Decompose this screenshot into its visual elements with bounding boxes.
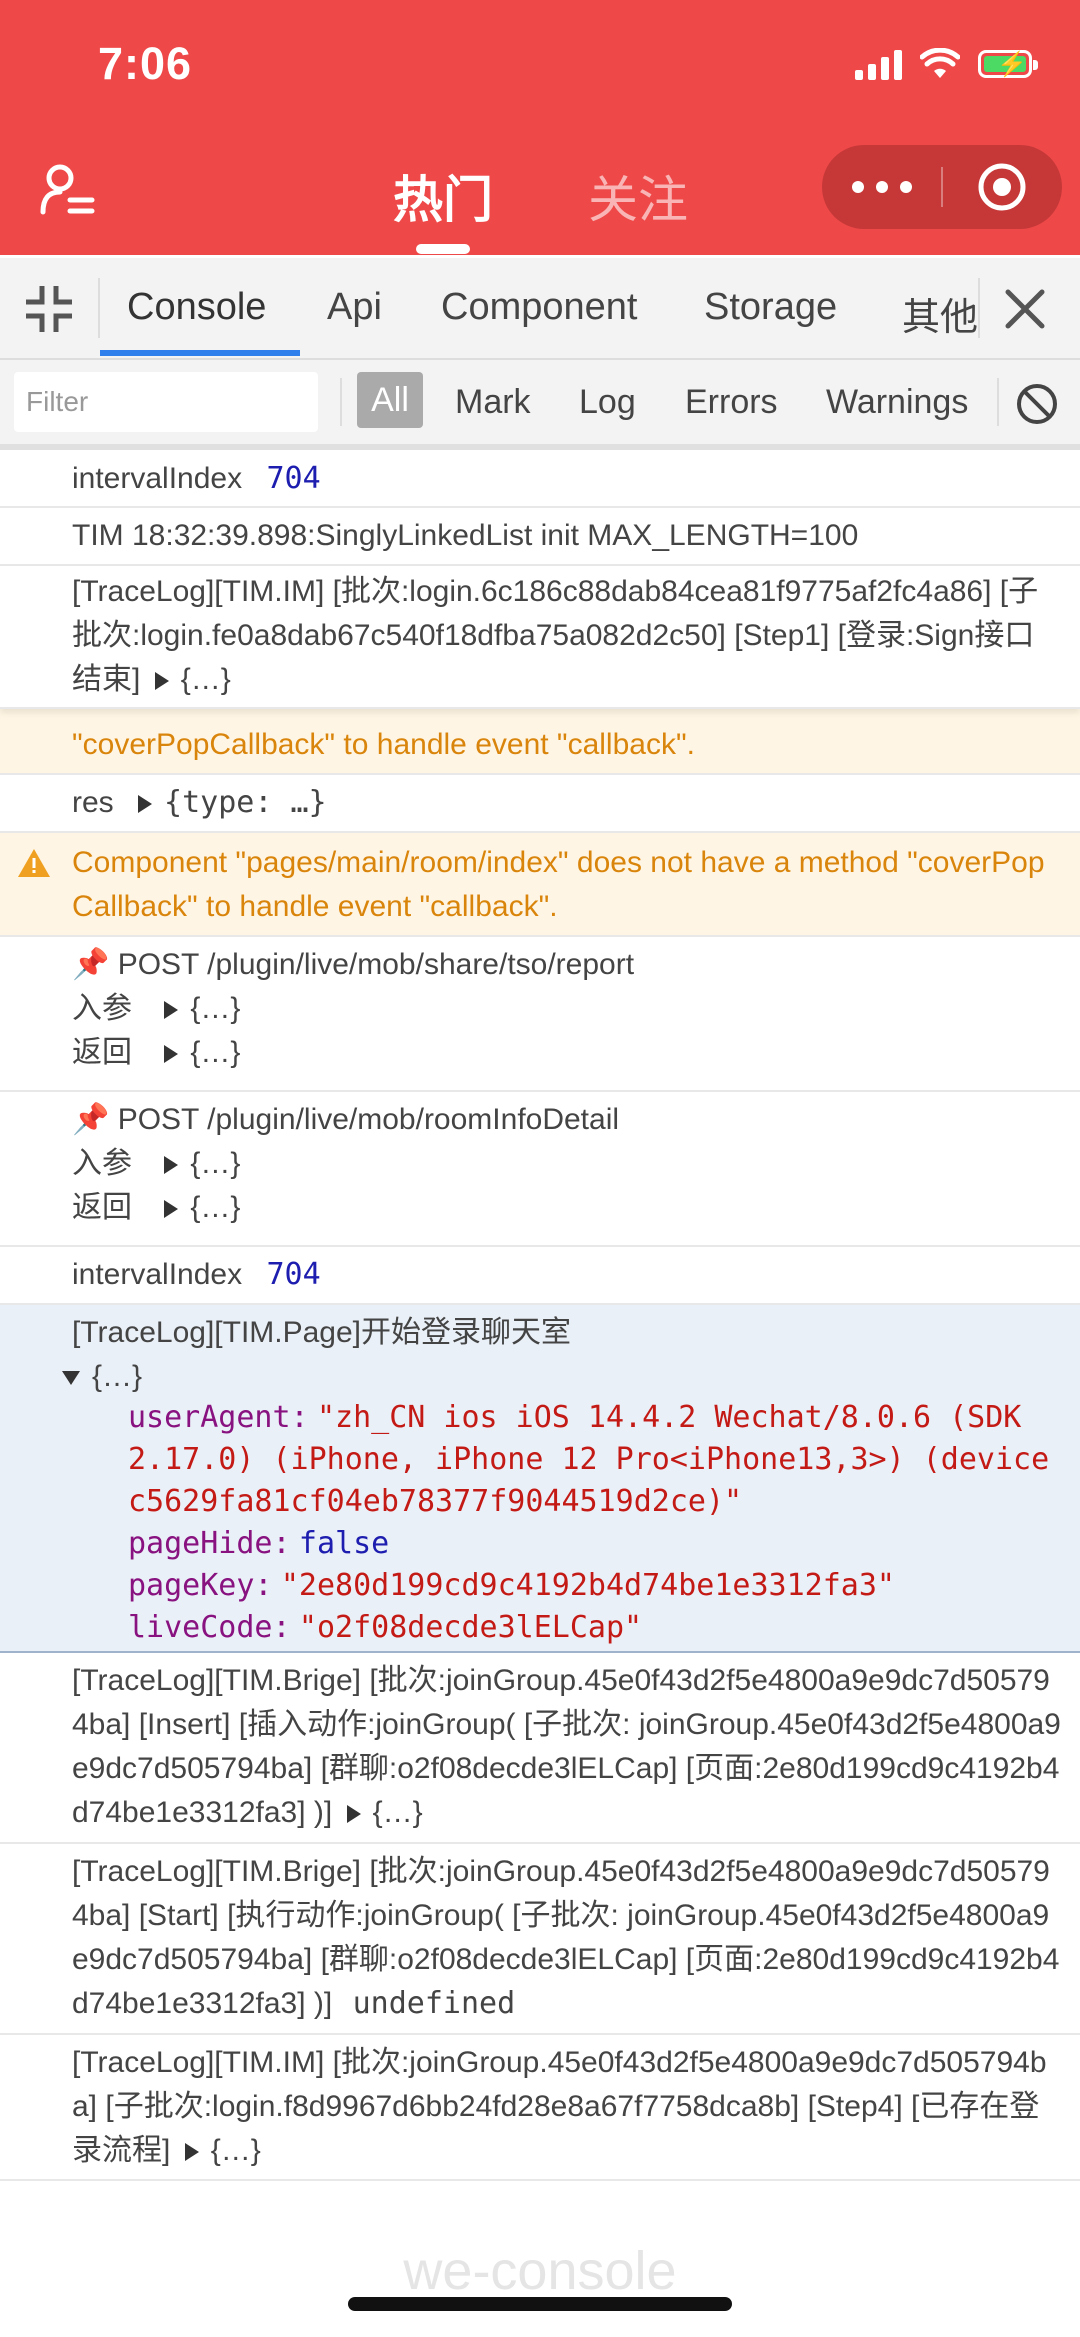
log-object[interactable]: {…}	[190, 1191, 240, 1224]
tab-component[interactable]: Component	[441, 286, 637, 329]
devtools-tab-bar: Console Api Component Storage 其他	[0, 258, 1080, 360]
log-object[interactable]: {…}	[190, 1147, 240, 1180]
request-params-label: 入参	[72, 1147, 132, 1180]
tab-other[interactable]: 其他	[902, 286, 978, 341]
shrink-icon[interactable]	[22, 282, 76, 336]
log-value: undefined	[352, 1986, 516, 2021]
warning-icon	[18, 849, 50, 877]
tab-follow[interactable]: 关注	[588, 160, 688, 232]
mini-program-capsule	[822, 145, 1062, 229]
log-text: [TraceLog][TIM.Brige] [批次:joinGroup.45e0…	[72, 1855, 1060, 2020]
log-entry[interactable]: 📌 POST /plugin/live/mob/share/tso/report…	[0, 937, 1080, 1092]
warning-entry[interactable]: "coverPopCallback" to handle event "call…	[0, 709, 1080, 775]
property-value: false	[298, 1526, 390, 1561]
expand-triangle-icon[interactable]	[164, 1001, 179, 1020]
property-value: "o2f08decde3lELCap"	[298, 1610, 643, 1645]
log-entry[interactable]: intervalIndex 704	[0, 452, 1080, 508]
log-entry[interactable]: [TraceLog][TIM.Brige] [批次:joinGroup.45e0…	[0, 1844, 1080, 2035]
log-entry[interactable]: [TraceLog][TIM.IM] [批次:login.6c186c88dab…	[0, 566, 1080, 709]
user-list-icon[interactable]	[40, 162, 96, 218]
tab-api[interactable]: Api	[327, 286, 382, 329]
response-label: 返回	[72, 1191, 132, 1224]
active-tab-indicator	[416, 244, 470, 254]
level-mark[interactable]: Mark	[455, 383, 531, 422]
log-entry-expanded[interactable]: [TraceLog][TIM.Page]开始登录聊天室 {…} userAgen…	[0, 1305, 1080, 1653]
log-entry[interactable]: 📌 POST /plugin/live/mob/roomInfoDetail 入…	[0, 1092, 1080, 1247]
console-filter-bar: All Mark Log Errors Warnings	[0, 360, 1080, 450]
expand-triangle-icon[interactable]	[164, 1156, 179, 1175]
log-object[interactable]: {…}	[190, 1036, 240, 1069]
wifi-icon	[920, 48, 960, 78]
log-entry[interactable]: res {type: …}	[0, 775, 1080, 833]
expand-triangle-icon[interactable]	[138, 795, 153, 814]
warning-entry[interactable]: Component "pages/main/room/index" does n…	[0, 833, 1080, 937]
property-key: liveCode:	[128, 1610, 291, 1645]
app-header: 7:06 ⚡ 热门 关注	[0, 0, 1080, 255]
cellular-signal-icon	[855, 48, 902, 80]
log-entry[interactable]: [TraceLog][TIM.Brige] [批次:joinGroup.45e0…	[0, 1653, 1080, 1844]
status-time: 7:06	[98, 38, 193, 89]
expand-triangle-icon[interactable]	[164, 1045, 179, 1064]
close-icon[interactable]	[1000, 284, 1050, 334]
request-title: 📌 POST /plugin/live/mob/roomInfoDetail	[72, 1103, 620, 1136]
capsule-divider	[941, 167, 943, 207]
log-object[interactable]: {…}	[373, 1796, 423, 1829]
log-entry[interactable]: intervalIndex 704	[0, 1247, 1080, 1305]
response-label: 返回	[72, 1036, 132, 1069]
log-text: Component "pages/main/room/index" does n…	[72, 846, 1045, 923]
log-value: 704	[266, 1257, 321, 1292]
log-value: 704	[266, 461, 321, 496]
property-key: userAgent:	[128, 1400, 309, 1435]
log-object[interactable]: {…}	[211, 2134, 261, 2167]
expand-triangle-icon[interactable]	[346, 1805, 361, 1824]
log-label: res	[72, 786, 114, 819]
property-key: pageHide:	[128, 1526, 291, 1561]
level-log[interactable]: Log	[579, 383, 636, 422]
home-indicator	[348, 2297, 732, 2311]
expand-triangle-icon[interactable]	[184, 2143, 199, 2162]
watermark: we-console	[403, 2241, 677, 2301]
level-warnings[interactable]: Warnings	[826, 383, 968, 422]
status-icons: ⚡	[855, 48, 1038, 80]
log-entry[interactable]: [TraceLog][TIM.IM] [批次:joinGroup.45e0f43…	[0, 2035, 1080, 2181]
log-text: [TraceLog][TIM.Brige] [批次:joinGroup.45e0…	[72, 1664, 1061, 1829]
log-entry[interactable]: TIM 18:32:39.898:SinglyLinkedList init M…	[0, 508, 1080, 566]
expand-triangle-icon[interactable]	[154, 672, 169, 691]
log-label: intervalIndex	[72, 462, 243, 495]
log-text: "coverPopCallback" to handle event "call…	[72, 728, 695, 761]
property-key: pageKey:	[128, 1568, 273, 1603]
divider	[978, 278, 980, 338]
more-dots-icon[interactable]	[852, 175, 912, 199]
target-close-icon[interactable]	[977, 162, 1027, 212]
log-object[interactable]: {type: …}	[164, 785, 327, 820]
tab-console[interactable]: Console	[127, 286, 266, 329]
log-label: intervalIndex	[72, 1258, 243, 1291]
log-text: TIM 18:32:39.898:SinglyLinkedList init M…	[72, 519, 859, 552]
request-params-label: 入参	[72, 992, 132, 1025]
tab-storage[interactable]: Storage	[704, 286, 837, 329]
level-all[interactable]: All	[357, 372, 423, 428]
level-errors[interactable]: Errors	[685, 383, 778, 422]
expand-triangle-icon[interactable]	[164, 1200, 179, 1219]
property-value: "2e80d199cd9c4192b4d74be1e3312fa3"	[280, 1568, 895, 1603]
active-tab-indicator	[100, 350, 300, 356]
tab-hot[interactable]: 热门	[393, 160, 493, 232]
filter-input[interactable]	[14, 372, 318, 432]
divider	[997, 378, 999, 426]
battery-icon: ⚡	[978, 50, 1038, 78]
divider	[340, 378, 342, 426]
divider	[98, 278, 100, 338]
collapse-triangle-icon[interactable]	[62, 1371, 80, 1386]
log-object[interactable]: {…}	[190, 992, 240, 1025]
log-object[interactable]: {…}	[92, 1360, 142, 1393]
clear-console-icon[interactable]	[1015, 382, 1059, 426]
request-title: 📌 POST /plugin/live/mob/share/tso/report	[72, 948, 635, 981]
log-text: [TraceLog][TIM.Page]开始登录聊天室	[72, 1316, 572, 1349]
log-object[interactable]: {…}	[181, 663, 231, 696]
